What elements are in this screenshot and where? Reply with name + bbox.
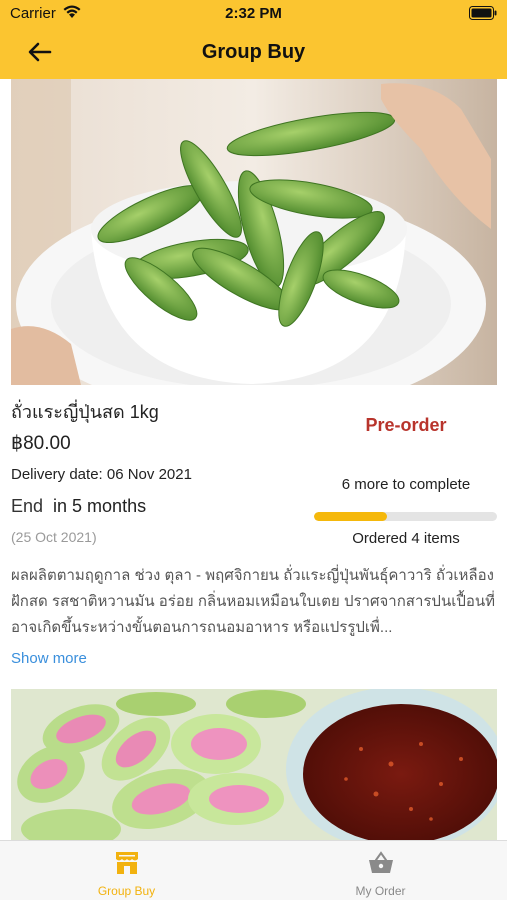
- product-description: ผลผลิตตามฤดูกาล ช่วง ตุลา - พฤศจิกายน ถั…: [11, 567, 495, 636]
- preorder-badge: Pre-order: [365, 415, 447, 435]
- end-label: End: [11, 496, 44, 516]
- remaining-count: 6 more to complete: [341, 476, 471, 493]
- tab-group-buy-label: Group Buy: [97, 884, 156, 898]
- tab-my-order-label: My Order: [355, 884, 406, 898]
- show-more-link[interactable]: Show more: [11, 650, 87, 667]
- status-time: 2:32 PM: [225, 5, 282, 22]
- product-list[interactable]: ถั่วแระญี่ปุ่นสด 1kg ฿80.00 Delivery dat…: [0, 79, 507, 840]
- end-date: (25 Oct 2021): [11, 529, 97, 545]
- basket-icon: [368, 851, 393, 873]
- app-header: Carrier 2:32 PM Group Buy: [0, 0, 507, 79]
- battery-icon: [469, 6, 497, 20]
- product-title[interactable]: ถั่วแระญี่ปุ่นสด 1kg: [11, 397, 159, 426]
- order-progress-bar: [314, 512, 497, 521]
- product-image[interactable]: [11, 79, 497, 385]
- tab-my-order[interactable]: My Order: [254, 841, 507, 900]
- ordered-count: Ordered 4 items: [352, 530, 460, 547]
- order-progress-fill: [314, 512, 388, 521]
- end-countdown: End in 5 months: [11, 496, 146, 517]
- end-value: in 5 months: [53, 496, 147, 516]
- tab-bar: Group Buy My Order: [0, 840, 507, 900]
- page-title: Group Buy: [201, 41, 306, 63]
- store-icon: [115, 852, 138, 874]
- product-price: ฿80.00: [11, 433, 71, 454]
- product-image-2[interactable]: [11, 689, 497, 840]
- status-bar: Carrier 2:32 PM: [0, 0, 507, 28]
- tab-group-buy[interactable]: Group Buy: [0, 841, 253, 900]
- delivery-date: Delivery date: 06 Nov 2021: [11, 466, 192, 483]
